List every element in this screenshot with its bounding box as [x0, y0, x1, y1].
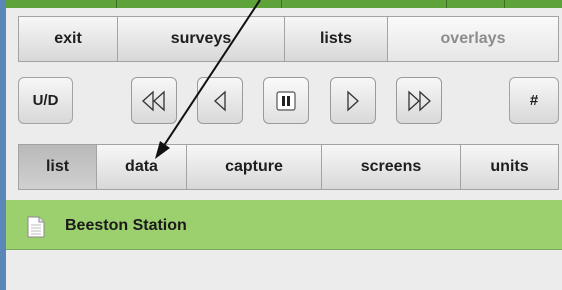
tab-units[interactable]: units [460, 144, 559, 190]
rewind-icon [142, 90, 165, 111]
tab-list[interactable]: list [18, 144, 97, 190]
accent-divider [446, 0, 447, 8]
fast-forward-button[interactable] [396, 77, 442, 124]
accent-divider [281, 0, 282, 8]
pause-icon [276, 90, 296, 111]
exit-button[interactable]: exit [18, 16, 118, 62]
lists-button[interactable]: lists [284, 16, 388, 62]
hash-button[interactable]: # [509, 77, 559, 124]
step-back-button[interactable] [197, 77, 243, 124]
accent-divider [116, 0, 117, 8]
station-name: Beeston Station [65, 217, 187, 234]
document-icon [27, 216, 45, 238]
fast-forward-icon [408, 90, 431, 111]
step-back-icon [214, 90, 226, 111]
step-forward-button[interactable] [330, 77, 376, 124]
rewind-button[interactable] [131, 77, 177, 124]
pause-button[interactable] [263, 77, 309, 124]
tab-capture[interactable]: capture [186, 144, 322, 190]
overlays-button[interactable]: overlays [387, 16, 559, 62]
tab-screens[interactable]: screens [321, 144, 461, 190]
tab-data[interactable]: data [96, 144, 187, 190]
surveys-button[interactable]: surveys [117, 16, 285, 62]
ud-button[interactable]: U/D [18, 77, 73, 124]
step-forward-icon [347, 90, 359, 111]
top-accent-bar [6, 0, 562, 8]
accent-divider [504, 0, 505, 8]
